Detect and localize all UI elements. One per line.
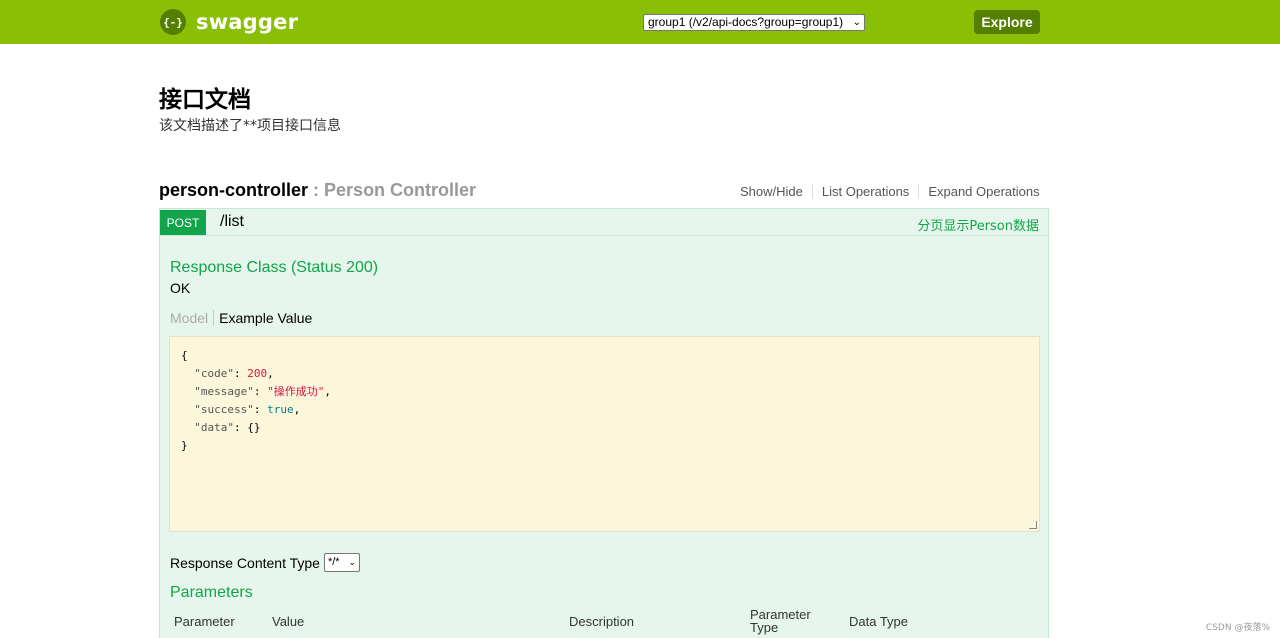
resource-separator: : [308,180,325,200]
parameters-heading: Parameters [170,584,253,601]
response-content-type: Response Content Type */* ⌄ [170,553,360,572]
tab-example-value[interactable]: Example Value [214,310,312,326]
column-header-parameter-type: Parameter Type [750,607,811,635]
operation-summary[interactable]: 分页显示Person数据 [917,215,1039,234]
operation-post-list: POST /list 分页显示Person数据 Response Class (… [159,208,1049,638]
json-value: true [267,403,294,416]
swagger-logo-icon: {-} [160,9,186,35]
page-title: 接口文档 [159,87,251,113]
response-tabs: Model Example Value [170,310,312,326]
logo-text: swagger [196,10,299,34]
json-brace: { [181,349,188,362]
resource-heading[interactable]: person-controller : Person Controller [159,180,476,201]
response-content-type-label: Response Content Type [170,554,320,571]
operation-heading[interactable]: POST /list 分页显示Person数据 [160,209,1048,236]
chevron-down-icon: ⌄ [348,557,356,567]
operation-path[interactable]: /list [220,213,244,231]
json-key: "data" [194,421,234,434]
explore-button[interactable]: Explore [974,10,1040,34]
json-key: "message" [194,385,254,398]
json-value: {} [247,421,261,434]
expand-operations-link[interactable]: Expand Operations [918,184,1048,199]
resource-description: Person Controller [324,180,477,200]
column-header-data-type: Data Type [849,614,909,629]
list-operations-link[interactable]: List Operations [811,184,918,199]
json-key: "code" [194,367,234,380]
example-value-code[interactable]: { "code": 200, "message": "操作成功", "succe… [169,336,1040,532]
resource-name[interactable]: person-controller [159,180,308,200]
column-header-value: Value [272,614,305,629]
json-brace: } [181,439,188,452]
json-key: "success" [194,403,254,416]
json-value: "操作成功" [267,385,325,398]
top-bar: {-} swagger group1 (/v2/api-docs?group=g… [0,0,1280,44]
http-method-badge[interactable]: POST [160,210,206,235]
watermark: CSDN @夜落% [1205,623,1270,633]
chevron-down-icon: ⌄ [852,17,861,28]
column-header-parameter: Parameter [174,614,235,629]
swagger-logo[interactable]: {-} swagger [160,9,298,35]
api-spec-select-value: group1 (/v2/api-docs?group=group1) [648,15,844,29]
response-content-type-select[interactable]: */* ⌄ [323,553,360,572]
response-class-heading: Response Class (Status 200) [170,259,379,276]
api-spec-select[interactable]: group1 (/v2/api-docs?group=group1) ⌄ [643,14,865,31]
resize-handle-icon[interactable] [1029,521,1037,529]
page-description: 该文档描述了**项目接口信息 [159,118,341,134]
column-header-description: Description [569,614,635,629]
response-content-type-value: */* [327,556,340,568]
response-status-text: OK [170,280,191,296]
show-hide-link[interactable]: Show/Hide [740,184,812,199]
resource-links: Show/Hide List Operations Expand Operati… [740,184,1049,199]
tab-model[interactable]: Model [170,310,215,326]
json-value: 200 [247,367,268,380]
